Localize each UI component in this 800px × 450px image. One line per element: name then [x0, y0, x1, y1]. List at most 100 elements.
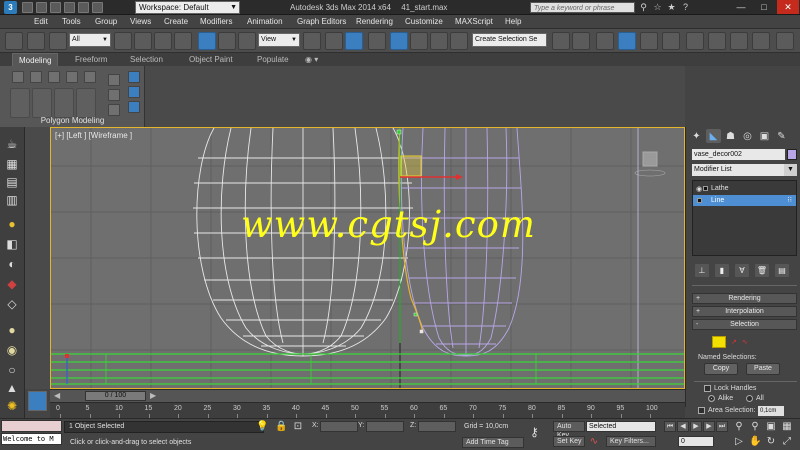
- close-button[interactable]: ✕: [777, 0, 799, 14]
- hierarchy-tab-icon[interactable]: ☗: [723, 129, 738, 143]
- pivot-center-icon[interactable]: [303, 32, 321, 50]
- ribbon-small-button-3[interactable]: [108, 104, 120, 116]
- field-of-view-icon[interactable]: ▷: [733, 436, 745, 448]
- isolate-selection-icon[interactable]: 💡: [256, 421, 268, 433]
- next-frame-icon[interactable]: ▶: [703, 421, 715, 432]
- redo-icon[interactable]: [27, 32, 45, 50]
- render-setup-icon[interactable]: [708, 32, 726, 50]
- edit-named-selection-icon[interactable]: [450, 32, 468, 50]
- minimize-button[interactable]: —: [730, 0, 752, 14]
- ribbon-large-button-2[interactable]: [32, 88, 52, 118]
- curve-editor-icon[interactable]: [640, 32, 658, 50]
- checkbox-box[interactable]: [698, 407, 705, 414]
- polygon-modeling-label[interactable]: Polygon Modeling: [0, 116, 145, 125]
- selection-filter-dropdown[interactable]: All ▼: [69, 33, 111, 47]
- binoculars-icon[interactable]: ⚲: [638, 2, 649, 13]
- select-by-name-icon[interactable]: [134, 32, 152, 50]
- object-color-swatch[interactable]: [787, 149, 797, 160]
- time-slider-right-icon[interactable]: ▶: [150, 391, 156, 400]
- keyboard-shortcut-override-icon[interactable]: [345, 32, 363, 50]
- all-radio[interactable]: All: [746, 395, 764, 402]
- new-file-icon[interactable]: [22, 2, 33, 13]
- modifier-list-dropdown[interactable]: Modifier List: [692, 164, 790, 176]
- render-production-icon[interactable]: [752, 32, 770, 50]
- align-icon[interactable]: [572, 32, 590, 50]
- ribbon-pause-icon[interactable]: [128, 101, 140, 113]
- go-to-start-icon[interactable]: ⏮: [664, 421, 676, 432]
- tab-populate[interactable]: Populate: [257, 53, 289, 66]
- object-name-field[interactable]: vase_decor002: [692, 149, 785, 160]
- segment-level-icon[interactable]: ↗: [731, 338, 737, 346]
- zoom-extents-icon[interactable]: ▣: [765, 421, 777, 433]
- camera-icon[interactable]: ◧: [4, 237, 20, 251]
- cone-icon[interactable]: ▲: [4, 381, 20, 395]
- communication-center-icon[interactable]: ☆: [652, 2, 663, 13]
- ribbon-large-button-3[interactable]: [54, 88, 74, 118]
- auto-key-button[interactable]: Auto Key: [553, 421, 585, 439]
- help-icon[interactable]: ?: [680, 2, 691, 13]
- open-file-icon[interactable]: [36, 2, 47, 13]
- selected-dropdown[interactable]: Selected: [586, 421, 656, 432]
- time-slider-left-icon[interactable]: ◀: [54, 391, 60, 400]
- menu-customize[interactable]: Customize: [405, 15, 443, 29]
- spinner-snap-icon[interactable]: [430, 32, 448, 50]
- modifier-toggle-icon[interactable]: [697, 198, 702, 203]
- track-bar[interactable]: 0 5 10 15 20 25 30 35 40 45 50 55 60 65 70 75 80 85 90 95 10…: [50, 402, 685, 418]
- stack-item-lathe[interactable]: ◉ Lathe: [693, 183, 796, 194]
- go-to-end-icon[interactable]: ⏭: [716, 421, 728, 432]
- checkbox-box[interactable]: [704, 385, 711, 392]
- menu-help[interactable]: Help: [505, 15, 521, 29]
- key-icon[interactable]: ⚷: [530, 425, 539, 439]
- torus-icon[interactable]: ○: [4, 363, 20, 377]
- reference-coordinate-dropdown[interactable]: View ▼: [258, 33, 300, 47]
- snaps-toggle-icon[interactable]: [368, 32, 386, 50]
- menu-rendering[interactable]: Rendering: [356, 15, 393, 29]
- menu-graph-editors[interactable]: Graph Editors: [297, 15, 346, 29]
- viewport-left[interactable]: [+] [Left ] [Wireframe ] www.cgtsj.com: [50, 127, 685, 389]
- ribbon-large-button-4[interactable]: [76, 88, 96, 118]
- menu-animation[interactable]: Animation: [247, 15, 283, 29]
- select-rotate-icon[interactable]: [218, 32, 236, 50]
- rendering-rollout[interactable]: + Rendering: [692, 293, 797, 304]
- favorites-icon[interactable]: ★: [666, 2, 677, 13]
- angle-snap-icon[interactable]: [390, 32, 408, 50]
- menu-views[interactable]: Views: [130, 15, 151, 29]
- maxscript-mini-listener[interactable]: Welcome to M: [1, 433, 62, 445]
- key-filters-button[interactable]: Key Filters...: [606, 436, 656, 447]
- previous-frame-icon[interactable]: ◀: [677, 421, 689, 432]
- select-scale-icon[interactable]: [238, 32, 256, 50]
- y-coordinate-field[interactable]: [366, 421, 404, 432]
- sun-icon[interactable]: ✺: [4, 399, 20, 413]
- maximize-button[interactable]: □: [753, 0, 775, 14]
- ribbon-pin-icon[interactable]: [128, 71, 140, 83]
- menu-tools[interactable]: Tools: [62, 15, 81, 29]
- ribbon-small-button-1[interactable]: [108, 74, 120, 86]
- project-folder-icon[interactable]: [92, 2, 103, 13]
- set-key-button[interactable]: Set Key: [553, 436, 585, 447]
- menu-modifiers[interactable]: Modifiers: [200, 15, 232, 29]
- rendered-frame-window-icon[interactable]: [730, 32, 748, 50]
- lock-handles-checkbox[interactable]: Lock Handles: [704, 385, 756, 392]
- z-coordinate-field[interactable]: [418, 421, 456, 432]
- pan-icon[interactable]: ✋: [749, 436, 761, 448]
- tab-modeling[interactable]: Modeling: [12, 53, 59, 67]
- edge-mode-icon[interactable]: [30, 71, 42, 83]
- current-frame-field[interactable]: 0: [678, 436, 714, 447]
- link-icon[interactable]: [49, 32, 67, 50]
- configure-modifier-sets-icon[interactable]: ▤: [775, 264, 789, 277]
- layer-manager-icon[interactable]: [596, 32, 614, 50]
- expand-icon[interactable]: ◉: [696, 184, 702, 195]
- chevron-down-icon[interactable]: ▼: [784, 164, 797, 176]
- mirror-icon[interactable]: [552, 32, 570, 50]
- add-time-tag-button[interactable]: Add Time Tag: [462, 437, 524, 448]
- remove-modifier-icon[interactable]: 🗑: [755, 264, 769, 277]
- area-selection-spinner[interactable]: 0,1cm: [758, 406, 784, 416]
- toolbar-overflow-icon[interactable]: [776, 32, 794, 50]
- radio-dot[interactable]: [708, 395, 715, 402]
- modify-tab-icon[interactable]: ◣: [706, 129, 721, 143]
- motion-tab-icon[interactable]: ◎: [740, 129, 755, 143]
- zoom-extents-all-icon[interactable]: ▦: [781, 421, 793, 433]
- alike-radio[interactable]: Alike: [708, 395, 733, 402]
- scene-explorer-icon[interactable]: ▦: [4, 157, 20, 171]
- workspace-dropdown[interactable]: Workspace: Default ▼: [135, 1, 240, 14]
